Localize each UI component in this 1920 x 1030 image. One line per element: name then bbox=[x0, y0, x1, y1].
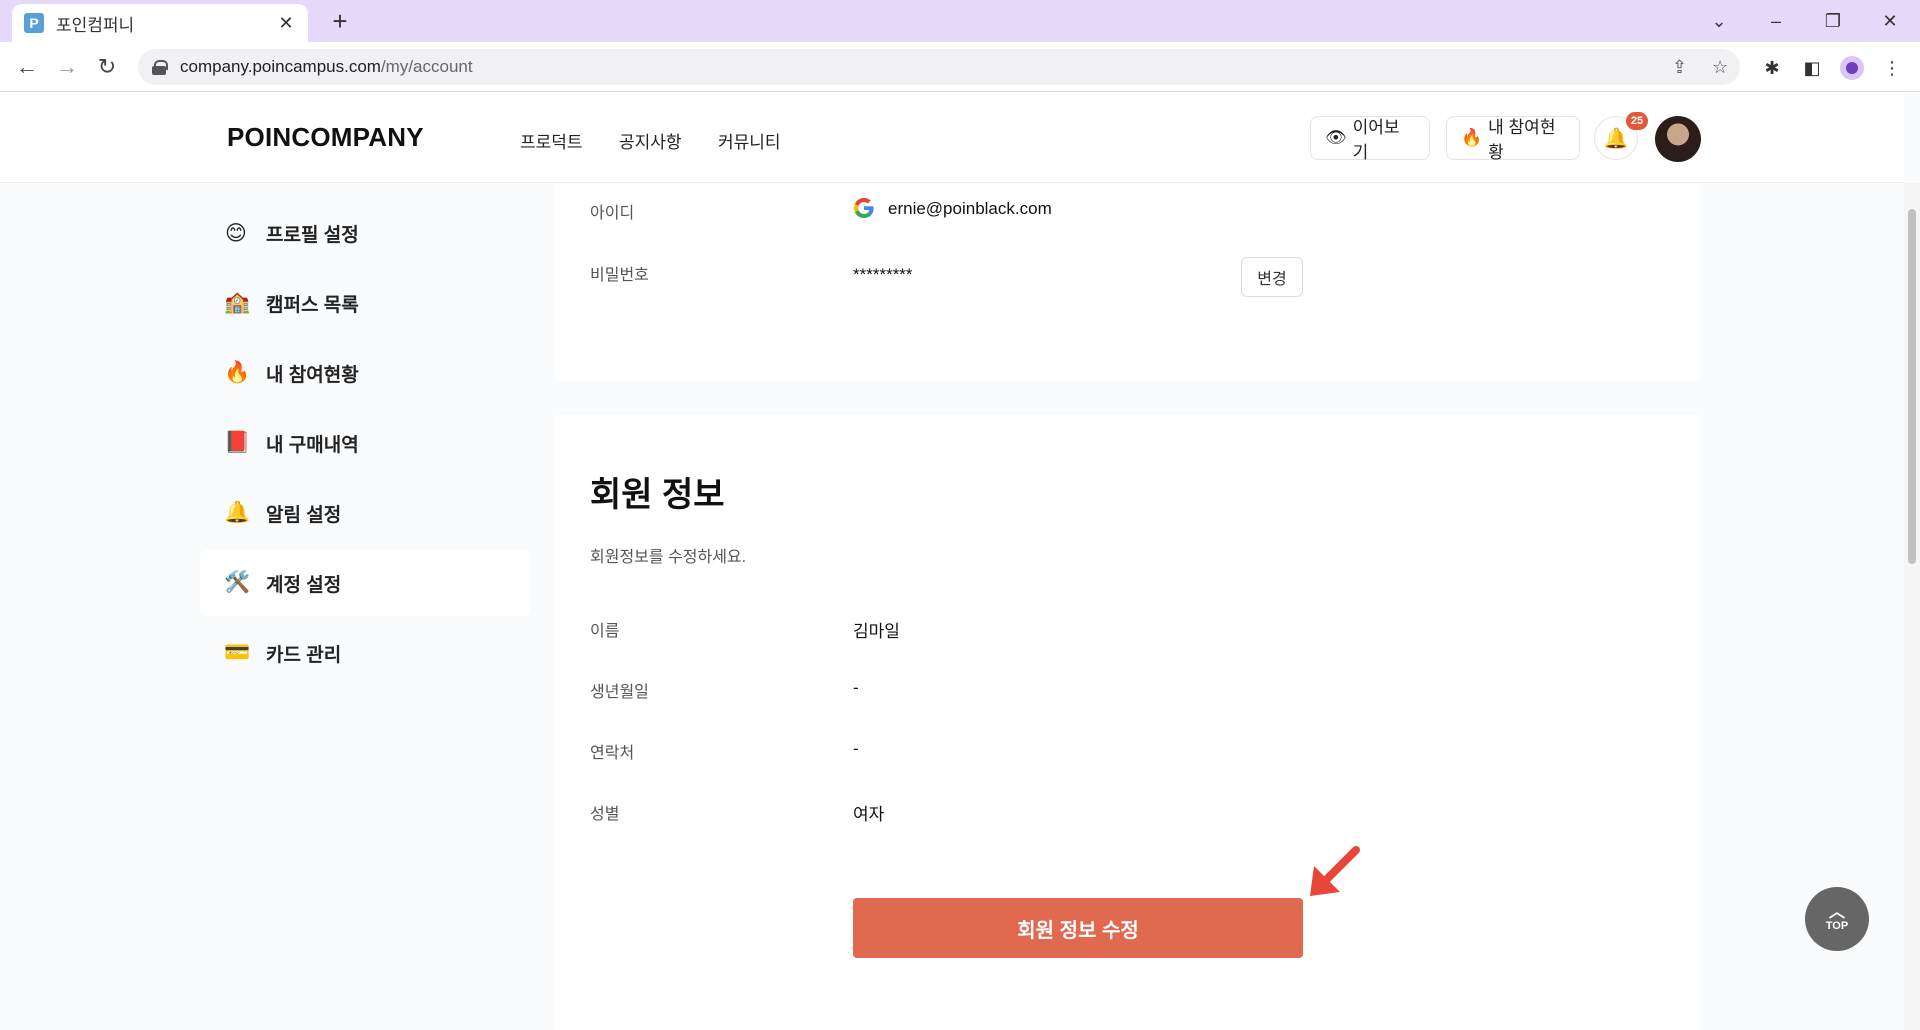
notification-badge: 25 bbox=[1626, 112, 1648, 130]
sidebar-item-my-progress[interactable]: 🔥 내 참여현황 bbox=[200, 340, 530, 406]
sidebar-item-label: 내 구매내역 bbox=[266, 434, 359, 456]
resume-button[interactable]: 👁 이어보기 bbox=[1310, 116, 1430, 162]
tab-title: 포인컴퍼니 bbox=[56, 15, 135, 35]
name-label: 이름 bbox=[590, 623, 620, 640]
sidebar-item-campus-list[interactable]: 🏫 캠퍼스 목록 bbox=[200, 270, 530, 336]
lock-icon bbox=[152, 60, 168, 75]
address-bar[interactable]: company.poincampus.com/my/account ⇪ ☆ bbox=[138, 49, 1740, 85]
back-icon[interactable]: ← bbox=[10, 50, 44, 84]
sidebar-item-account-settings[interactable]: 🛠️ 계정 설정 bbox=[200, 550, 530, 616]
gender-label: 성별 bbox=[590, 806, 620, 823]
smile-icon: 😊 bbox=[225, 221, 247, 245]
restore-button[interactable]: ❐ bbox=[1805, 0, 1861, 42]
sidebar-item-notifications[interactable]: 🔔 알림 설정 bbox=[200, 480, 530, 546]
forward-icon[interactable]: → bbox=[50, 50, 84, 84]
sidebar-item-label: 캠퍼스 목록 bbox=[266, 294, 359, 316]
sidebar-item-label: 계정 설정 bbox=[266, 574, 342, 596]
url-text: company.poincampus.com/my/account bbox=[180, 57, 473, 76]
pointer-arrow-icon bbox=[1310, 846, 1360, 896]
sidebar-item-cards[interactable]: 💳 카드 관리 bbox=[200, 620, 530, 686]
menu-product[interactable]: 프로덕트 bbox=[520, 128, 583, 153]
close-window-button[interactable]: ✕ bbox=[1862, 0, 1918, 42]
sidebar-item-label: 내 참여현황 bbox=[266, 364, 359, 386]
minimize-button[interactable]: – bbox=[1748, 0, 1804, 42]
browser-tab[interactable]: P 포인컴퍼니 ✕ bbox=[12, 4, 308, 42]
password-value: ********* bbox=[853, 265, 913, 284]
bookmark-star-icon[interactable]: ☆ bbox=[1712, 57, 1728, 78]
new-tab-button[interactable]: + bbox=[325, 6, 355, 36]
id-label: 아이디 bbox=[590, 205, 635, 222]
member-info-description: 회원정보를 수정하세요. bbox=[590, 549, 747, 566]
id-value: ernie@poinblack.com bbox=[888, 199, 1052, 218]
scrollbar-thumb[interactable] bbox=[1908, 209, 1916, 564]
tab-search-icon[interactable]: ⌄ bbox=[1691, 0, 1747, 42]
favicon-icon: P bbox=[24, 13, 44, 33]
gender-value: 여자 bbox=[853, 805, 885, 824]
password-label: 비밀번호 bbox=[590, 267, 649, 284]
close-tab-icon[interactable]: ✕ bbox=[276, 13, 296, 34]
share-icon[interactable]: ⇪ bbox=[1672, 57, 1687, 78]
book-icon: 📕 bbox=[224, 431, 251, 454]
site-logo[interactable]: POINCOMPANY bbox=[227, 122, 424, 153]
fire-icon: 🔥 bbox=[1461, 128, 1483, 147]
avatar[interactable] bbox=[1655, 116, 1701, 162]
sidebar-item-label: 알림 설정 bbox=[266, 504, 342, 526]
eye-icon: 👁 bbox=[1325, 128, 1347, 147]
bell-icon: 🔔 bbox=[224, 501, 251, 524]
google-icon bbox=[854, 198, 874, 218]
birth-value: - bbox=[853, 678, 859, 697]
name-value: 김마일 bbox=[853, 622, 900, 641]
phone-label: 연락처 bbox=[590, 745, 635, 762]
scroll-top-button[interactable]: ︿ TOP bbox=[1805, 887, 1869, 951]
sidebar-item-label: 카드 관리 bbox=[266, 644, 342, 666]
sidebar-item-label: 프로필 설정 bbox=[266, 224, 359, 246]
sidebar-item-profile[interactable]: 😊 프로필 설정 bbox=[200, 200, 530, 266]
phone-value: - bbox=[853, 739, 859, 758]
birth-label: 생년월일 bbox=[590, 684, 649, 701]
site-header: POINCOMPANY 프로덕트 공지사항 커뮤니티 👁 이어보기 🔥 내 참여… bbox=[0, 92, 1904, 183]
extensions-icon[interactable]: ✱ bbox=[1760, 56, 1784, 80]
chevron-up-icon: ︿ bbox=[1828, 904, 1845, 921]
edit-member-info-button[interactable]: 회원 정보 수정 bbox=[853, 898, 1303, 958]
page-scrollbar[interactable] bbox=[1904, 183, 1920, 1030]
tools-icon: 🛠️ bbox=[224, 571, 251, 594]
menu-community[interactable]: 커뮤니티 bbox=[718, 128, 781, 153]
change-password-button[interactable]: 변경 bbox=[1241, 257, 1303, 297]
reload-icon[interactable]: ↻ bbox=[90, 50, 124, 84]
credit-card-icon: 💳 bbox=[224, 641, 251, 664]
browser-toolbar: ← → ↻ company.poincampus.com/my/account … bbox=[0, 42, 1920, 92]
member-info-title: 회원 정보 bbox=[590, 476, 725, 514]
side-panel-icon[interactable]: ◧ bbox=[1800, 56, 1824, 80]
my-progress-button[interactable]: 🔥 내 참여현황 bbox=[1446, 116, 1580, 162]
profile-icon[interactable] bbox=[1840, 56, 1864, 80]
sidebar-item-purchases[interactable]: 📕 내 구매내역 bbox=[200, 410, 530, 476]
account-card bbox=[555, 183, 1700, 381]
browser-menu-icon[interactable]: ⋮ bbox=[1880, 56, 1904, 80]
school-icon: 🏫 bbox=[224, 291, 251, 314]
fire-icon: 🔥 bbox=[224, 361, 251, 384]
menu-notice[interactable]: 공지사항 bbox=[619, 128, 682, 153]
browser-tab-strip: P 포인컴퍼니 ✕ + ⌄ – ❐ ✕ bbox=[0, 0, 1920, 42]
